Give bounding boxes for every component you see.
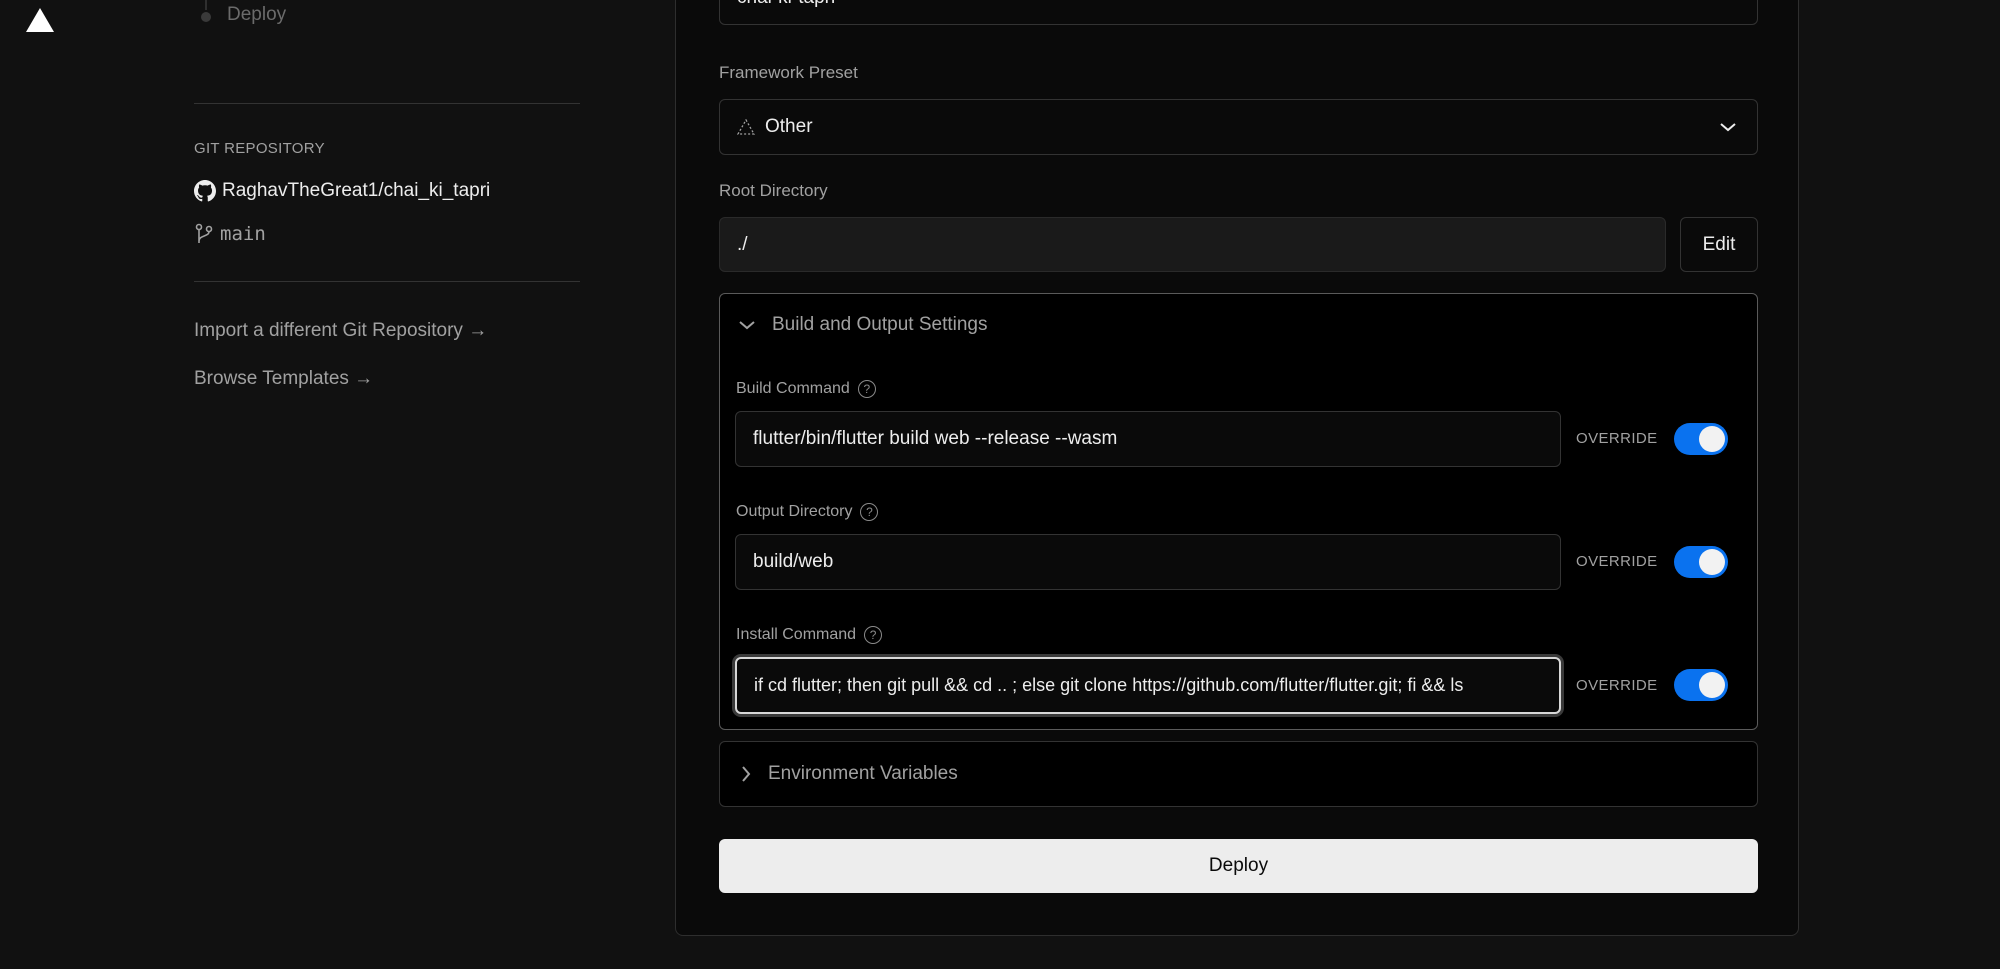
install-command-label: Install Command <box>736 626 857 643</box>
framework-value: Other <box>765 116 813 137</box>
build-command-label-row: Build Command ? <box>736 380 876 398</box>
toggle-knob <box>1699 672 1725 698</box>
sidebar-divider-2 <box>194 281 580 282</box>
chevron-right-icon <box>742 766 751 782</box>
step-dot <box>201 12 211 22</box>
root-directory-label: Root Directory <box>719 181 828 200</box>
sidebar-divider <box>194 103 580 104</box>
import-different-repo-link[interactable]: Import a different Git Repository → <box>194 320 487 342</box>
output-directory-input[interactable]: build/web <box>735 534 1561 590</box>
repo-row: RaghavTheGreat1/chai_ki_tapri <box>194 180 490 202</box>
install-command-override-toggle[interactable] <box>1674 669 1728 701</box>
root-directory-input[interactable]: ./ <box>719 217 1666 272</box>
step-deploy-label: Deploy <box>227 4 287 25</box>
chevron-down-icon <box>739 321 755 330</box>
environment-variables-toggle[interactable]: Environment Variables <box>719 741 1758 807</box>
environment-variables-title: Environment Variables <box>768 763 958 784</box>
build-command-value: flutter/bin/flutter build web --release … <box>753 428 1118 449</box>
vercel-triangle-icon[interactable] <box>26 8 54 32</box>
browse-templates-link[interactable]: Browse Templates → <box>194 368 373 390</box>
deploy-button[interactable]: Deploy <box>719 839 1758 893</box>
output-directory-label: Output Directory <box>736 503 853 520</box>
help-icon[interactable]: ? <box>860 503 879 521</box>
root-directory-value: ./ <box>737 233 748 255</box>
build-output-settings-title: Build and Output Settings <box>772 314 988 335</box>
step-connector <box>205 0 207 10</box>
output-directory-label-row: Output Directory ? <box>736 503 879 521</box>
output-directory-override-toggle[interactable] <box>1674 546 1728 578</box>
framework-preset-select[interactable]: Other <box>719 99 1758 155</box>
branch-name: main <box>220 223 266 245</box>
toggle-knob <box>1699 426 1725 452</box>
branch-row: main <box>194 223 266 245</box>
build-command-label: Build Command <box>736 380 850 397</box>
toggle-knob <box>1699 549 1725 575</box>
git-branch-icon <box>195 223 213 243</box>
framework-preset-label: Framework Preset <box>719 63 858 82</box>
build-command-override-toggle[interactable] <box>1674 423 1728 455</box>
github-icon <box>194 180 216 202</box>
output-directory-value: build/web <box>753 551 834 572</box>
help-icon[interactable]: ? <box>857 380 876 398</box>
build-output-settings-toggle[interactable]: Build and Output Settings <box>738 314 987 336</box>
framework-value-group: Other <box>737 116 813 138</box>
triangle-outline-icon <box>737 119 755 135</box>
build-command-input[interactable]: flutter/bin/flutter build web --release … <box>735 411 1561 467</box>
install-command-override-label: OVERRIDE <box>1576 677 1658 694</box>
chevron-down-icon <box>1720 123 1736 132</box>
help-icon[interactable]: ? <box>864 626 883 644</box>
root-directory-edit-button[interactable]: Edit <box>1680 217 1758 272</box>
git-repository-heading: GIT REPOSITORY <box>194 140 325 157</box>
output-directory-override-label: OVERRIDE <box>1576 553 1658 570</box>
install-command-label-row: Install Command ? <box>736 626 883 644</box>
project-name-input[interactable]: chai-ki-tapri <box>719 0 1758 25</box>
project-name-value: chai-ki-tapri <box>737 0 835 9</box>
install-command-input[interactable]: if cd flutter; then git pull && cd .. ; … <box>735 657 1561 714</box>
install-command-value: if cd flutter; then git pull && cd .. ; … <box>754 675 1464 695</box>
repo-name: RaghavTheGreat1/chai_ki_tapri <box>222 180 491 201</box>
build-command-override-label: OVERRIDE <box>1576 430 1658 447</box>
